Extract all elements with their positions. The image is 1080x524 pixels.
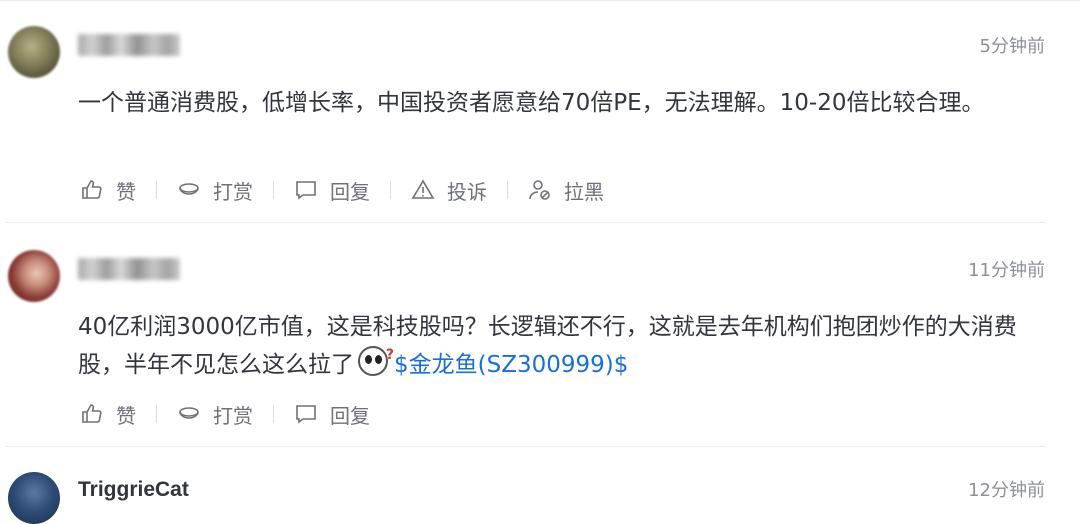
- reward-button[interactable]: 打赏: [177, 400, 253, 429]
- comment-time: 5分钟前: [979, 36, 1045, 57]
- coin-icon: [179, 407, 199, 419]
- comment-divider: [6, 446, 1046, 447]
- action-separator: [156, 181, 157, 199]
- stock-link[interactable]: $金龙鱼(SZ300999)$: [394, 352, 628, 378]
- action-separator: [507, 181, 508, 199]
- reward-label: 打赏: [213, 179, 253, 204]
- action-separator: [273, 181, 274, 199]
- top-divider: [0, 0, 1080, 1]
- block-label: 拉黑: [564, 179, 604, 204]
- comment-text: 一个普通消费股，低增长率，中国投资者愿意给70倍PE，无法理解。10-20倍比较…: [78, 90, 985, 116]
- coin-icon: [179, 183, 199, 195]
- surprised-emoji-icon: ?: [358, 346, 394, 376]
- avatar[interactable]: [8, 472, 60, 524]
- comment-divider: [6, 222, 1046, 223]
- username-redacted[interactable]: [78, 258, 180, 280]
- reward-button[interactable]: 打赏: [177, 176, 253, 205]
- thumbs-up-icon: [82, 180, 102, 199]
- block-button[interactable]: 拉黑: [528, 176, 604, 205]
- thumbs-up-icon: [82, 404, 102, 423]
- like-button[interactable]: 赞: [80, 400, 136, 429]
- comment-time: 11分钟前: [968, 260, 1045, 281]
- comment-text: 40亿利润3000亿市值，这是科技股吗？长逻辑还不行，这就是去年机构们抱团炒作的…: [78, 308, 1048, 384]
- action-separator: [156, 405, 157, 423]
- reply-button[interactable]: 回复: [294, 176, 370, 205]
- username[interactable]: TriggrieCat: [78, 478, 189, 502]
- like-label: 赞: [116, 179, 136, 204]
- report-label: 投诉: [447, 179, 487, 204]
- user-block-icon: [529, 180, 550, 200]
- comment-time: 12分钟前: [968, 480, 1045, 501]
- like-label: 赞: [116, 403, 136, 428]
- comment-icon: [296, 405, 316, 424]
- like-button[interactable]: 赞: [80, 176, 136, 205]
- action-separator: [390, 181, 391, 199]
- reply-label: 回复: [330, 179, 370, 204]
- comment-actions: 赞 打赏 回复: [80, 400, 370, 428]
- reply-label: 回复: [330, 403, 370, 428]
- username-redacted[interactable]: [78, 34, 180, 56]
- avatar[interactable]: [8, 26, 60, 78]
- avatar[interactable]: [8, 250, 60, 302]
- report-button[interactable]: 投诉: [411, 176, 487, 205]
- reply-button[interactable]: 回复: [294, 400, 370, 429]
- reward-label: 打赏: [213, 403, 253, 428]
- comment-actions: 赞 打赏 回复 投诉 拉黑: [80, 176, 604, 204]
- warning-icon: [411, 179, 435, 199]
- action-separator: [273, 405, 274, 423]
- comment-icon: [296, 181, 316, 200]
